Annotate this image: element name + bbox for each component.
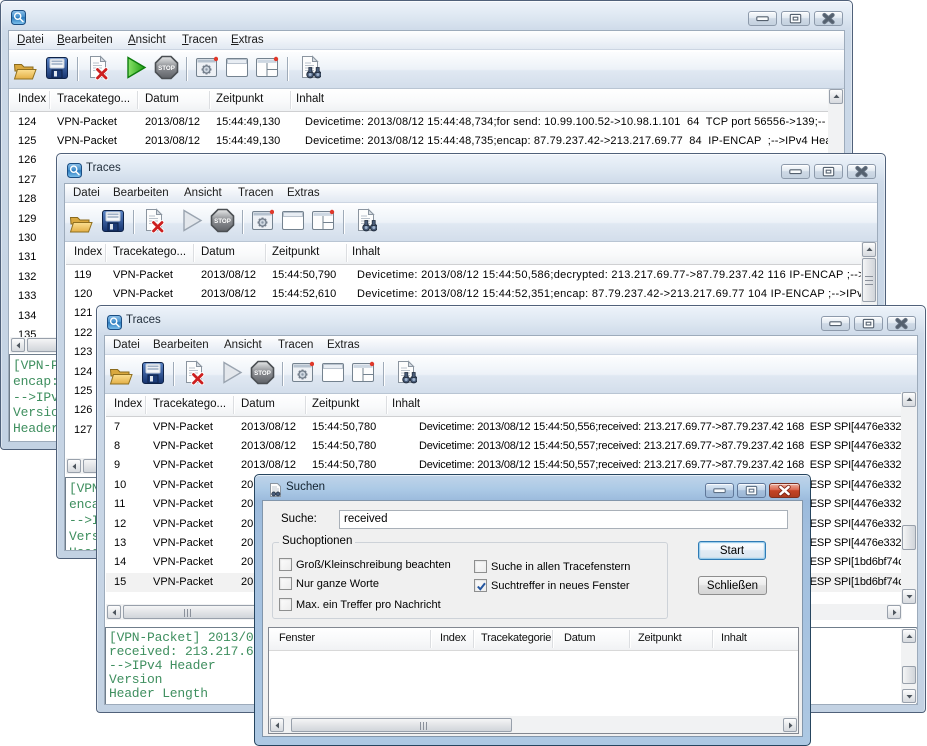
svg-text:STOP: STOP (254, 370, 271, 377)
svg-text:STOP: STOP (158, 65, 175, 72)
svg-text:STOP: STOP (214, 218, 231, 225)
